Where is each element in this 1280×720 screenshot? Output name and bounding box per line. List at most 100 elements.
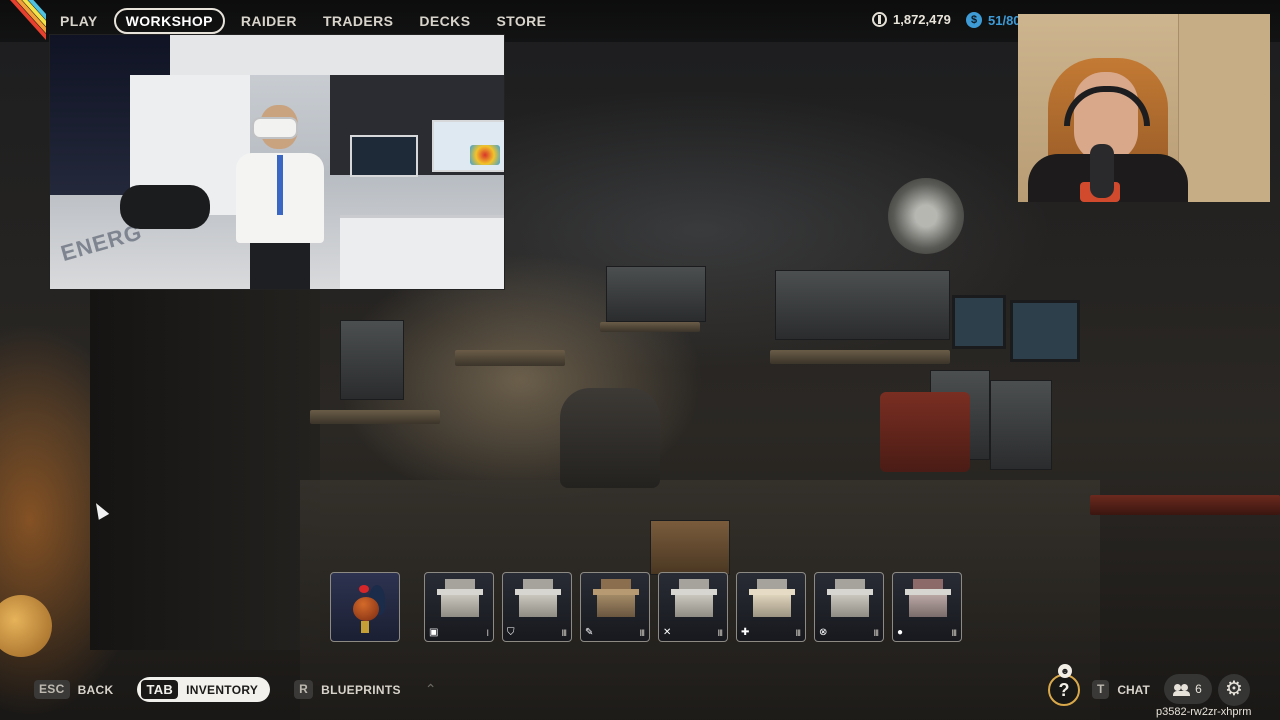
medical-bench-icon xyxy=(747,579,797,623)
bottom-left-controls: ESC BACK TAB INVENTORY R BLUEPRINTS ⌃ xyxy=(34,677,437,702)
station-level: III xyxy=(795,628,800,638)
controller xyxy=(120,185,210,229)
settings-button[interactable]: ⚙ xyxy=(1218,674,1250,706)
bench-body xyxy=(831,595,869,617)
wooden-crate xyxy=(650,520,730,575)
wrench-icon: ✎ xyxy=(585,627,594,638)
blueprints-label: BLUEPRINTS xyxy=(321,682,401,697)
nav-workshop[interactable]: WORKSHOP xyxy=(113,8,225,34)
tab-key-hint: TAB xyxy=(141,680,179,699)
equipment-shelf xyxy=(775,270,950,340)
inventory-label: INVENTORY xyxy=(186,682,259,697)
rooster-legs xyxy=(361,621,369,633)
bench-shelf xyxy=(445,579,475,589)
bench-shelf xyxy=(913,579,943,589)
bench-body xyxy=(675,595,713,617)
bench-body xyxy=(597,595,635,617)
bench-shelf xyxy=(757,579,787,589)
station-level: III xyxy=(717,628,722,638)
credits-display: $ 51/80 xyxy=(966,12,1021,28)
concrete-wall xyxy=(90,290,320,650)
help-button[interactable]: ? xyxy=(1048,674,1080,706)
tray-slot-gear-bench[interactable]: ✎ III xyxy=(580,572,650,642)
nav-traders[interactable]: TRADERS xyxy=(313,9,403,33)
rooster-icon xyxy=(345,581,387,635)
red-table xyxy=(1090,495,1280,515)
streamer-webcam xyxy=(1018,14,1270,202)
help-label: ? xyxy=(1058,680,1070,700)
inventory-button[interactable]: TAB INVENTORY xyxy=(137,677,271,702)
gunsmith-bench-icon xyxy=(513,579,563,623)
desk xyxy=(455,350,565,366)
bench-body xyxy=(519,595,557,617)
bench-body xyxy=(753,595,791,617)
rooster-body xyxy=(353,597,379,621)
t-key-hint: T xyxy=(1092,680,1110,699)
r-key-hint: R xyxy=(294,680,314,699)
person-lanyard xyxy=(277,155,283,215)
station-level: III xyxy=(951,628,956,638)
chat-button[interactable]: T CHAT xyxy=(1092,680,1150,699)
scroll-hint-icon: ⌃ xyxy=(424,681,437,697)
webcam-background-door xyxy=(1178,14,1270,202)
tray-slot-gunsmith[interactable]: ⛉ III xyxy=(502,572,572,642)
no-symbol-icon: ⊗ xyxy=(819,627,828,638)
credits-value: 51/80 xyxy=(988,12,1021,28)
rooster-comb xyxy=(359,585,369,593)
gear-icon: ⚙ xyxy=(1225,678,1243,700)
tray-slot-explosives-station[interactable]: ✕ III xyxy=(658,572,728,642)
tray-slot-medical-lab[interactable]: ✚ III xyxy=(736,572,806,642)
chat-label: CHAT xyxy=(1117,682,1150,697)
nav-raider[interactable]: RAIDER xyxy=(231,9,307,33)
station-level: III xyxy=(639,628,644,638)
party-button[interactable]: 6 xyxy=(1164,674,1212,704)
red-chair xyxy=(880,392,970,472)
workbench-left xyxy=(310,410,440,424)
tray-slot-rooster[interactable] xyxy=(330,572,400,642)
party-count: 6 xyxy=(1195,682,1202,696)
coins-value: 1,872,479 xyxy=(893,12,951,27)
stacked-crates xyxy=(340,320,404,400)
session-id: p3582-rw2zr-xhprm xyxy=(1156,706,1252,718)
nav-store[interactable]: STORE xyxy=(486,9,556,33)
crossed-tools-icon: ✕ xyxy=(663,627,672,638)
bench-shelf xyxy=(679,579,709,589)
back-label: BACK xyxy=(77,682,114,697)
tray-slot-utility-station[interactable]: ⊗ III xyxy=(814,572,884,642)
crt-monitor xyxy=(952,295,1006,349)
station-level: III xyxy=(873,628,878,638)
plus-icon: ✚ xyxy=(741,627,750,638)
nav-play[interactable]: PLAY xyxy=(50,9,108,33)
utility-bench-icon xyxy=(825,579,875,623)
bench-shelf xyxy=(523,579,553,589)
vr-headset-icon xyxy=(252,117,298,139)
bench-shelf xyxy=(835,579,865,589)
party-icon xyxy=(1173,683,1191,696)
demo-monitor xyxy=(350,135,418,177)
microphone-icon xyxy=(1090,144,1114,198)
main-nav: PLAY WORKSHOP RAIDER TRADERS DECKS STORE xyxy=(50,8,556,34)
armchair xyxy=(560,388,660,488)
station-type-icon: ▣ xyxy=(429,627,439,638)
esc-key-hint: ESC xyxy=(34,680,70,699)
booth-ceiling xyxy=(170,35,504,75)
demo-counter xyxy=(340,215,504,289)
crt-monitor xyxy=(1010,300,1080,362)
bench-icon xyxy=(435,579,485,623)
surgical-lamp xyxy=(888,178,964,254)
pip-video-overlay: ENERG xyxy=(49,34,505,290)
blueprints-button[interactable]: R BLUEPRINTS xyxy=(294,680,401,699)
coin-icon xyxy=(872,12,887,27)
heatmap-display xyxy=(470,145,500,165)
tray-slot-workbench[interactable]: ▣ I xyxy=(424,572,494,642)
nav-decks[interactable]: DECKS xyxy=(409,9,480,33)
station-level: III xyxy=(561,628,566,638)
globe xyxy=(0,595,52,657)
tray-slot-refiner[interactable]: ● III xyxy=(892,572,962,642)
back-button[interactable]: ESC BACK xyxy=(34,680,113,699)
drop-icon: ● xyxy=(897,627,904,638)
explosives-bench-icon xyxy=(669,579,719,623)
station-level: I xyxy=(486,628,488,638)
bench-shelf xyxy=(601,579,631,589)
raider-head-icon: ☻ xyxy=(1058,664,1072,678)
